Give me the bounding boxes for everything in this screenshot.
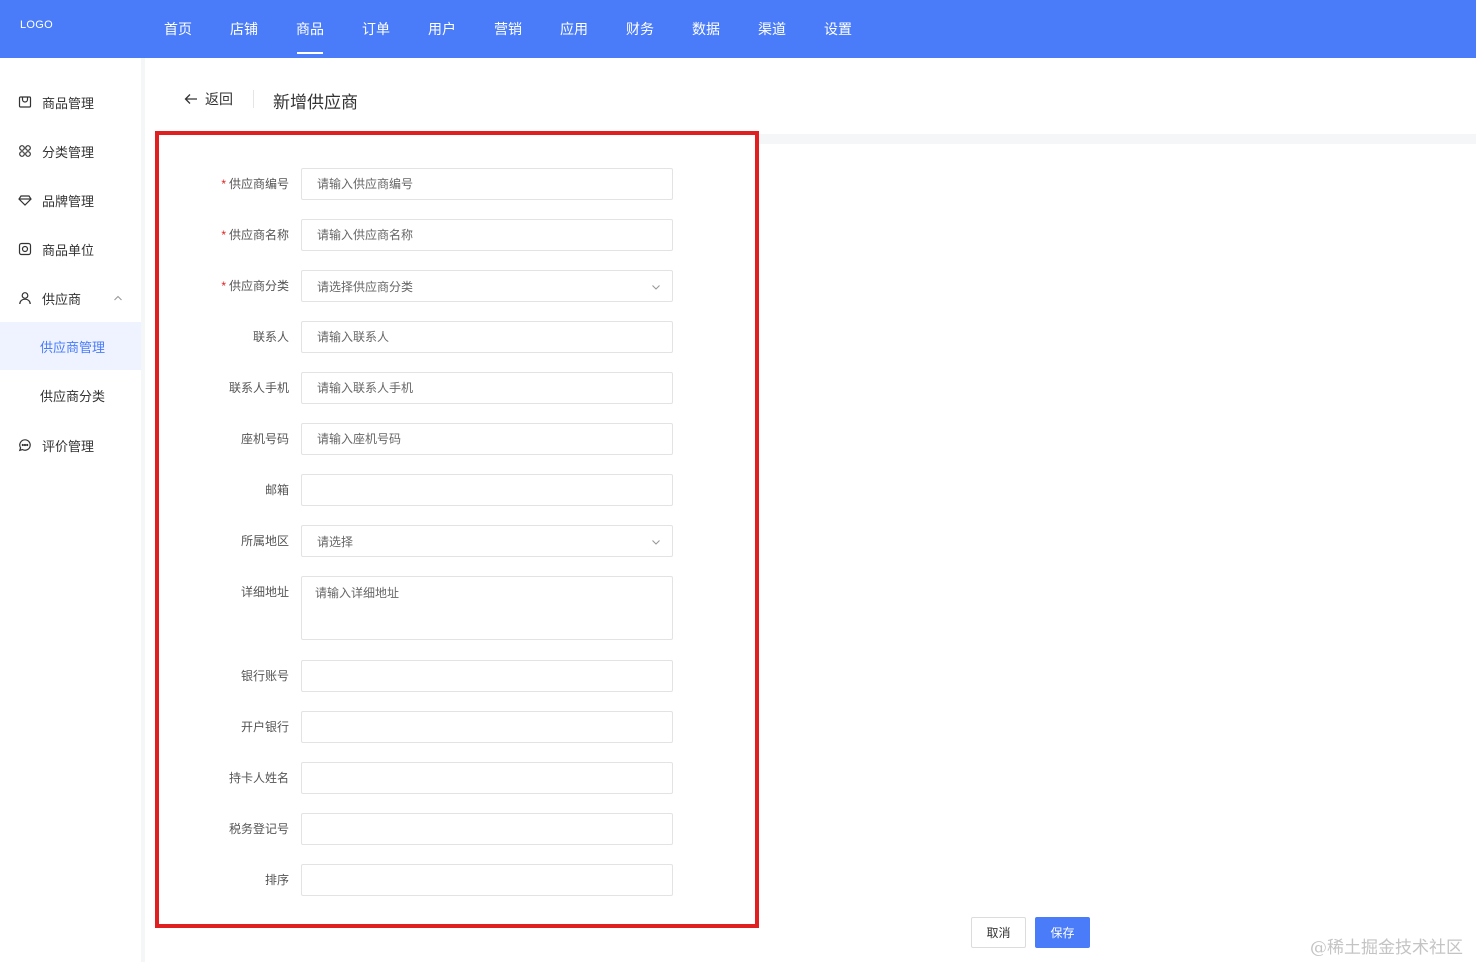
region-label: 所属地区 [240,534,289,548]
comment-icon [18,438,32,452]
landline-input[interactable] [301,423,673,455]
page-title: 新增供应商 [273,93,358,112]
sidebar-item-brand-management[interactable]: 品牌管理 [0,180,141,220]
required-mark: * [221,228,226,242]
sidebar-item-product-management[interactable]: 商品管理 [0,82,141,122]
supplier-category-label: * 供应商分类 [221,279,289,293]
cardholder-input[interactable] [301,762,673,794]
tax-number-input[interactable] [301,813,673,845]
nav-item-products[interactable]: 商品 [277,0,343,58]
email-input[interactable] [301,474,673,506]
category-icon [18,144,32,158]
nav-item-home[interactable]: 首页 [145,0,211,58]
nav-item-apps[interactable]: 应用 [541,0,607,58]
sidebar: 商品管理 分类管理 品牌管理 商品单位 供应商 供应商管理 供应商分类 评价管理 [0,58,145,962]
nav-item-channels[interactable]: 渠道 [739,0,805,58]
supplier-name-label: * 供应商名称 [221,228,289,242]
sidebar-item-label: 商品管理 [42,95,95,111]
cancel-button[interactable]: 取消 [971,917,1026,948]
contact-phone-input[interactable] [301,372,673,404]
tax-number-label: 税务登记号 [228,822,289,836]
required-mark: * [221,177,226,191]
supplier-code-label: * 供应商编号 [221,177,289,191]
contact-input[interactable] [301,321,673,353]
chevron-up-icon [114,295,122,301]
sidebar-item-label: 品牌管理 [42,193,95,209]
contact-phone-label: 联系人手机 [228,381,289,395]
header-divider [253,90,254,108]
arrow-left-icon [184,94,197,104]
sidebar-item-product-unit[interactable]: 商品单位 [0,229,141,269]
required-mark: * [221,279,226,293]
sidebar-item-label: 分类管理 [42,144,95,160]
nav-item-orders[interactable]: 订单 [343,0,409,58]
back-button[interactable]: 返回 [183,88,233,110]
bank-account-label: 银行账号 [240,669,289,683]
landline-label: 座机号码 [240,432,289,446]
sort-input[interactable] [301,864,673,896]
sidebar-item-category-management[interactable]: 分类管理 [0,131,141,171]
back-label: 返回 [205,91,233,107]
sidebar-item-review-management[interactable]: 评价管理 [0,425,141,465]
nav-item-marketing[interactable]: 营销 [475,0,541,58]
sidebar-item-label: 商品单位 [42,242,95,258]
sidebar-item-label: 评价管理 [42,438,95,454]
supplier-category-select[interactable]: 请选择供应商分类 [301,270,673,302]
bank-account-input[interactable] [301,660,673,692]
watermark: @稀土掘金技术社区 [1310,938,1463,958]
sidebar-subitem-supplier-category[interactable]: 供应商分类 [0,371,141,419]
bank-name-input[interactable] [301,711,673,743]
contact-label: 联系人 [252,330,289,344]
unit-icon [18,242,32,256]
nav-item-settings[interactable]: 设置 [805,0,871,58]
sidebar-item-supplier[interactable]: 供应商 [0,278,141,318]
select-placeholder: 请选择 [317,534,354,549]
sidebar-subitem-supplier-management[interactable]: 供应商管理 [0,322,141,370]
chevron-down-icon [652,540,660,545]
nav-item-users[interactable]: 用户 [409,0,475,58]
nav-item-store[interactable]: 店铺 [211,0,277,58]
supplier-code-input[interactable] [301,168,673,200]
brand-icon [18,193,32,207]
sort-label: 排序 [264,873,289,887]
top-navbar: LOGO 首页 店铺 商品 订单 用户 营销 应用 财务 数据 渠道 设置 [0,0,1476,58]
cardholder-label: 持卡人姓名 [228,771,289,785]
supplier-icon [18,291,32,305]
supplier-name-input[interactable] [301,219,673,251]
main-nav: 首页 店铺 商品 订单 用户 营销 应用 财务 数据 渠道 设置 [145,0,871,58]
bank-name-label: 开户银行 [240,720,289,734]
chevron-down-icon [652,285,660,290]
email-label: 邮箱 [264,483,289,497]
save-button[interactable]: 保存 [1035,917,1090,948]
nav-item-data[interactable]: 数据 [673,0,739,58]
product-icon [18,95,32,109]
select-placeholder: 请选择供应商分类 [317,279,414,294]
nav-item-finance[interactable]: 财务 [607,0,673,58]
address-label: 详细地址 [240,585,289,599]
supplier-form: *供应商编号 *供应商名称 *供应商分类 请选择供应商分类 联系人 联系人手机 … [155,131,759,928]
address-textarea[interactable] [301,576,673,640]
sidebar-item-label: 供应商 [42,291,82,307]
region-select[interactable]: 请选择 [301,525,673,557]
logo[interactable]: LOGO [20,19,53,31]
